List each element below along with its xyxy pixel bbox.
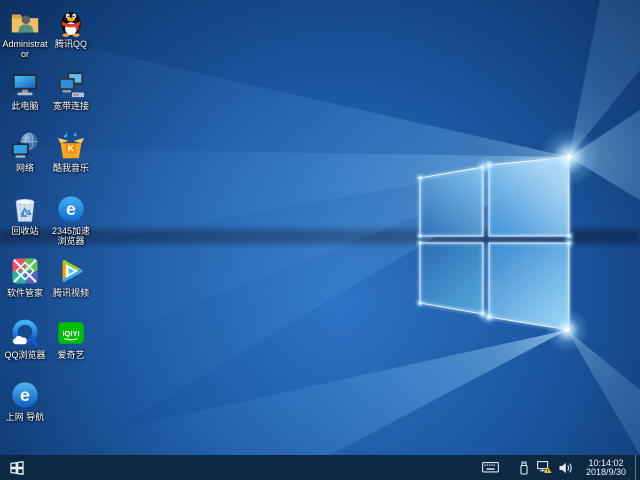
svg-text:K: K — [68, 143, 75, 153]
recycle-bin-icon — [9, 193, 41, 225]
volume-icon[interactable] — [558, 455, 574, 480]
desktop-icon-label: 腾讯视频 — [53, 288, 89, 298]
desktop-icon-kuwo-music[interactable]: K 酷我音乐 — [48, 130, 94, 173]
clock-date: 2018/9/30 — [586, 468, 626, 478]
software-manager-icon — [9, 255, 41, 287]
system-tray: 10:14:02 2018/9/30 — [481, 455, 640, 480]
desktop-icon-broadband[interactable]: 宽带连接 — [48, 68, 94, 111]
wallpaper-image — [0, 0, 640, 455]
windows-logo-icon — [9, 460, 25, 476]
desktop-icon-qq-browser[interactable]: QQ浏览器 — [2, 317, 48, 360]
desktop-icon-tencent-qq[interactable]: 腾讯QQ — [48, 6, 94, 49]
start-button[interactable] — [0, 455, 34, 480]
svg-text:iQIYI: iQIYI — [62, 329, 79, 338]
desktop-icon-label: 爱奇艺 — [57, 350, 84, 360]
touch-keyboard-icon[interactable] — [481, 455, 500, 480]
desktop-icon-label: 酷我音乐 — [53, 163, 89, 173]
desktop-icon-label: QQ浏览器 — [4, 350, 45, 360]
desktop-icon-recycle-bin[interactable]: 回收站 — [2, 193, 48, 236]
desktop-icon-label: 宽带连接 — [53, 101, 89, 111]
desktop-icon-tencent-video[interactable]: 腾讯视频 — [48, 255, 94, 298]
qq-browser-q-icon — [9, 317, 41, 349]
svg-text:e: e — [20, 385, 30, 405]
desktop-icon-label: 腾讯QQ — [55, 39, 87, 49]
desktop-icon-label: 上网 导航 — [6, 412, 45, 422]
kuwo-music-box-icon: K — [55, 130, 87, 162]
taskbar: 10:14:02 2018/9/30 — [0, 455, 640, 480]
browser-e-icon: e — [55, 193, 87, 225]
desktop-icon-label: 软件管家 — [7, 288, 43, 298]
desktop-icon-label: Administrator — [2, 39, 48, 59]
svg-text:e: e — [66, 199, 76, 219]
desktop-icon-software-manager[interactable]: 软件管家 — [2, 255, 48, 298]
show-desktop-button[interactable] — [635, 455, 640, 480]
desktop-icon-label: 网络 — [16, 163, 34, 173]
desktop-icon-web-navigation[interactable]: e 上网 导航 — [2, 379, 48, 422]
play-button-icon — [55, 255, 87, 287]
desktop-icon-administrator[interactable]: Administrator — [2, 6, 48, 59]
computer-monitor-icon — [9, 68, 41, 100]
desktop: Administrator 腾讯QQ — [0, 0, 640, 480]
usb-device-icon[interactable] — [518, 455, 531, 480]
desktop-icon-2345-browser[interactable]: e 2345加速浏览器 — [48, 193, 94, 246]
desktop-icon-label: 此电脑 — [11, 101, 38, 111]
desktop-icon-label: 回收站 — [11, 226, 38, 236]
taskbar-clock[interactable]: 10:14:02 2018/9/30 — [586, 458, 626, 478]
desktop-icon-this-pc[interactable]: 此电脑 — [2, 68, 48, 111]
user-folder-icon — [9, 6, 41, 38]
network-globe-icon — [9, 130, 41, 162]
qq-penguin-icon — [55, 6, 87, 38]
iqiyi-icon: iQIYI — [55, 317, 87, 349]
desktop-icon-network[interactable]: 网络 — [2, 130, 48, 173]
network-warning-icon[interactable] — [536, 455, 553, 480]
broadband-connection-icon — [55, 68, 87, 100]
desktop-icon-iqiyi[interactable]: iQIYI 爱奇艺 — [48, 317, 94, 360]
internet-e-icon: e — [9, 379, 41, 411]
desktop-icon-label: 2345加速浏览器 — [48, 226, 94, 246]
